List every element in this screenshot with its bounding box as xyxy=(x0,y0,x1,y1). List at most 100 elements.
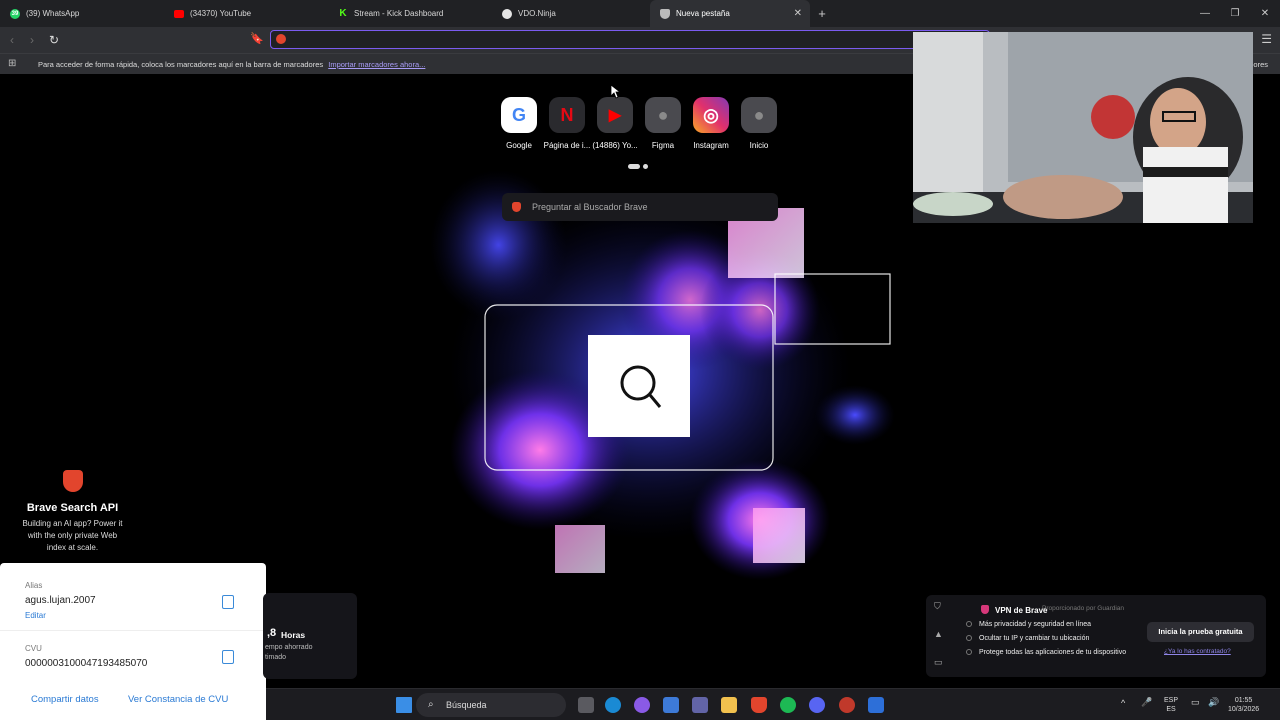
app-icon[interactable] xyxy=(868,697,884,713)
microphone-icon[interactable]: 🎤 xyxy=(1141,698,1152,707)
clock-date: 10/3/2026 xyxy=(1228,706,1260,713)
url-input[interactable] xyxy=(291,31,971,47)
search-icon: ⌕ xyxy=(428,699,434,710)
app-icon[interactable] xyxy=(839,697,855,713)
brave-search-box[interactable]: Preguntar al Buscador Brave xyxy=(502,193,778,221)
menu-icon[interactable]: ☰ xyxy=(1261,32,1272,46)
warning-icon[interactable]: ▲ xyxy=(934,629,943,639)
bookmarks-hint-text: Para acceder de forma rápida, coloca los… xyxy=(38,60,324,69)
bookmark-icon[interactable]: 🔖 xyxy=(250,32,264,45)
vpn-feature-text: Más privacidad y seguridad en línea xyxy=(979,621,1092,628)
alias-label: Alias xyxy=(25,581,43,590)
brave-lion-icon xyxy=(62,470,83,492)
tab-youtube[interactable]: (34370) YouTube xyxy=(164,0,328,27)
shortcut-netflix[interactable]: N Página de i... xyxy=(543,97,591,150)
tab-vdo-ninja[interactable]: VDO.Ninja xyxy=(492,0,650,27)
store-icon[interactable] xyxy=(663,697,679,713)
brave-lion-icon xyxy=(512,202,521,212)
teams-icon[interactable] xyxy=(692,697,708,713)
tab-whatsapp[interactable]: 39 (39) WhatsApp xyxy=(0,0,164,27)
forward-icon[interactable]: › xyxy=(30,33,34,47)
shortcut-label: Google xyxy=(506,141,532,150)
time-saved-caption: empo ahorrado xyxy=(265,644,313,651)
vpn-title: VPN de Brave xyxy=(981,605,1047,615)
shortcut-label: Instagram xyxy=(693,141,729,150)
start-free-trial-button[interactable]: Inicia la prueba gratuita xyxy=(1147,622,1254,642)
reload-icon[interactable]: ↻ xyxy=(49,33,59,47)
tab-label: (39) WhatsApp xyxy=(26,9,80,18)
window-controls: — ❐ ✕ xyxy=(1190,0,1280,27)
copy-cvu-icon[interactable] xyxy=(222,650,234,664)
vpn-feature: Ocultar tu IP y cambiar tu ubicación xyxy=(966,635,1089,642)
youtube-icon: ▶ xyxy=(597,97,633,133)
address-bar[interactable] xyxy=(270,30,990,49)
page-dots xyxy=(628,164,648,169)
language-indicator[interactable]: ESP ES xyxy=(1164,696,1178,714)
shortcut-label: (14886) Yo... xyxy=(592,141,638,150)
share-data-button[interactable]: Compartir datos xyxy=(31,694,99,705)
vpn-shield-icon xyxy=(981,605,989,614)
maximize-icon[interactable]: ❐ xyxy=(1220,0,1250,27)
brave-shield-icon xyxy=(660,8,670,19)
page-dot[interactable] xyxy=(643,164,648,169)
windows-start-icon[interactable] xyxy=(396,697,412,713)
mouse-cursor-icon xyxy=(611,85,621,99)
screen-icon[interactable]: ▭ xyxy=(934,657,943,668)
new-tab-button[interactable]: + xyxy=(810,6,834,21)
import-bookmarks-link[interactable]: Importar marcadores ahora... xyxy=(328,60,425,69)
shield-icon[interactable]: ⛉ xyxy=(934,601,941,612)
vpn-title-text: VPN de Brave xyxy=(995,606,1048,615)
view-cvu-certificate-button[interactable]: Ver Constancia de CVU xyxy=(128,694,228,705)
time-saved-number: ,8 xyxy=(267,627,277,639)
tray-chevron-icon[interactable]: ^ xyxy=(1121,699,1125,708)
vdo-ninja-icon xyxy=(502,8,512,19)
brave-search-api-promo[interactable]: Brave Search API Building an AI app? Pow… xyxy=(0,470,145,554)
tab-label: (34370) YouTube xyxy=(190,9,252,18)
api-promo-description: Building an AI app? Power it with the on… xyxy=(22,519,123,552)
tab-label: Stream - Kick Dashboard xyxy=(354,9,444,18)
instagram-icon: ◎ xyxy=(693,97,729,133)
vpn-feature-text: Protege todas las aplicaciones de tu dis… xyxy=(979,649,1127,656)
copy-alias-icon[interactable] xyxy=(222,595,234,609)
copilot-icon[interactable] xyxy=(634,697,650,713)
tab-kick[interactable]: K Stream - Kick Dashboard xyxy=(328,0,492,27)
taskbar-search[interactable]: ⌕ Búsqueda xyxy=(416,693,566,717)
back-icon[interactable]: ‹ xyxy=(10,33,14,47)
shortcut-google[interactable]: G Google xyxy=(495,97,543,150)
time-saved-widget: ,8 Horas empo ahorrado timado xyxy=(263,593,357,679)
bookmarks-hint: Para acceder de forma rápida, coloca los… xyxy=(38,60,425,69)
clock-time: 01:55 xyxy=(1234,697,1253,704)
globe-icon: ● xyxy=(741,97,777,133)
webcam-feed xyxy=(913,32,1253,223)
close-window-icon[interactable]: ✕ xyxy=(1250,0,1280,27)
tab-new-tab[interactable]: Nueva pestaña ✕ xyxy=(650,0,810,27)
shortcut-instagram[interactable]: ◎ Instagram xyxy=(687,97,735,150)
speaker-icon[interactable]: 🔊 xyxy=(1208,698,1219,707)
check-icon xyxy=(966,621,972,627)
clock[interactable]: 01:55 10/3/2026 xyxy=(1228,696,1259,714)
screen: 39 (39) WhatsApp (34370) YouTube K Strea… xyxy=(0,0,1280,720)
top-sites: G Google N Página de i... ▶ (14886) Yo..… xyxy=(495,97,783,150)
google-icon: G xyxy=(501,97,537,133)
close-tab-icon[interactable]: ✕ xyxy=(794,8,802,19)
shortcut-figma[interactable]: ● Figma xyxy=(639,97,687,150)
shortcut-youtube[interactable]: ▶ (14886) Yo... xyxy=(591,97,639,150)
edit-alias-link[interactable]: Editar xyxy=(25,611,46,620)
globe-icon: ● xyxy=(645,97,681,133)
file-explorer-icon[interactable] xyxy=(721,697,737,713)
spotify-icon[interactable] xyxy=(780,697,796,713)
time-saved-caption: timado xyxy=(265,654,287,661)
page-dot-active[interactable] xyxy=(628,164,640,169)
edge-icon[interactable] xyxy=(605,697,621,713)
apps-grid-icon[interactable]: ⊞ xyxy=(8,58,16,69)
network-icon[interactable]: ▭ xyxy=(1191,698,1200,707)
task-view-icon[interactable] xyxy=(578,697,594,713)
shortcut-inicio[interactable]: ● Inicio xyxy=(735,97,783,150)
cvu-value: 0000003100047193485070 xyxy=(25,658,148,669)
time-saved-unit: Horas xyxy=(281,630,306,640)
minimize-icon[interactable]: — xyxy=(1190,0,1220,27)
already-purchased-link[interactable]: ¿Ya lo has contratado? xyxy=(1164,648,1231,655)
brave-taskbar-icon[interactable] xyxy=(751,697,767,713)
netflix-icon: N xyxy=(549,97,585,133)
discord-icon[interactable] xyxy=(809,697,825,713)
